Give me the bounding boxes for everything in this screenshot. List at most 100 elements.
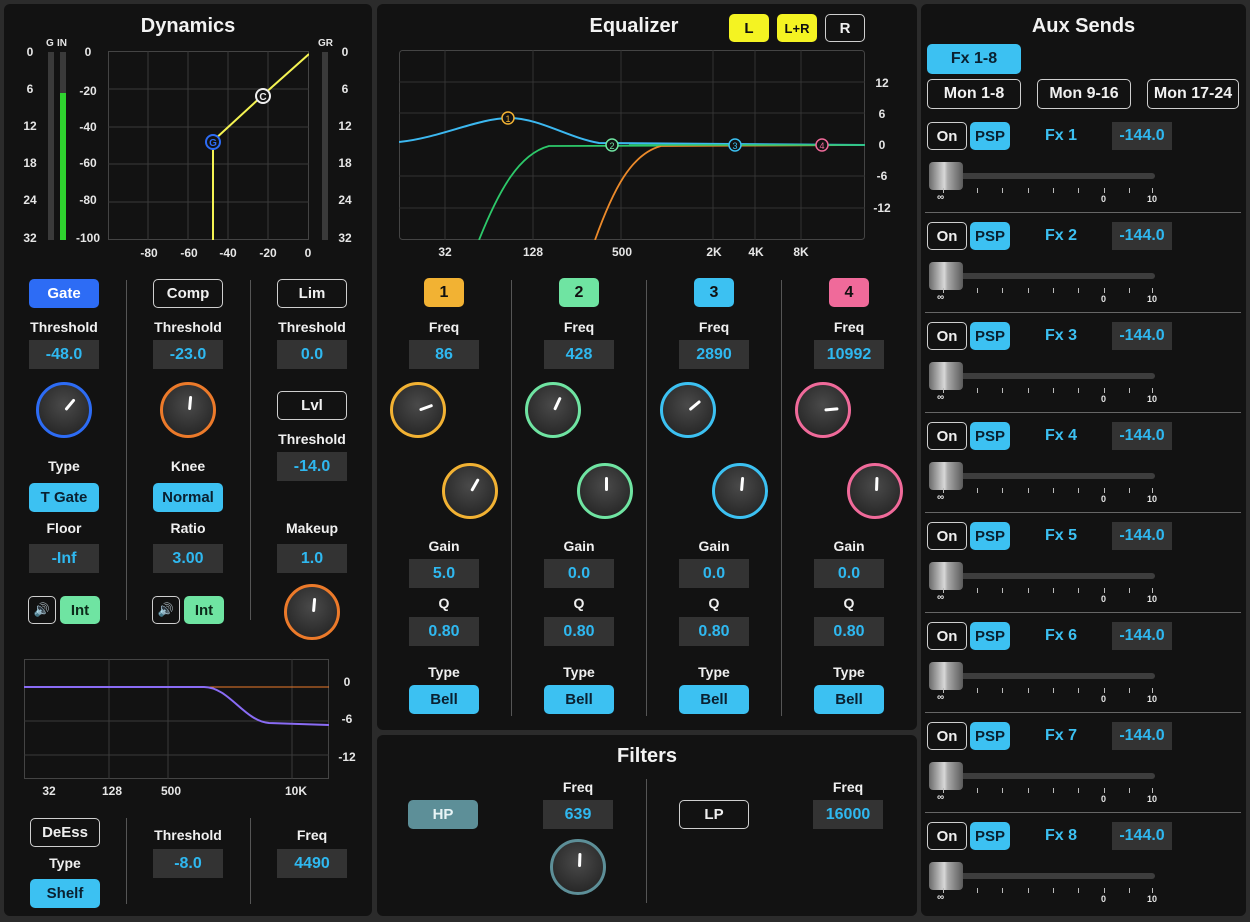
eq-response-graph[interactable]: 1 2 3 4 [399, 50, 865, 240]
eq-band-3-freq-value[interactable]: 2890 [679, 340, 749, 369]
comp-knee-select[interactable]: Normal [153, 483, 223, 512]
aux-group-mon9-16[interactable]: Mon 9-16 [1037, 79, 1131, 109]
eq-band-1-gain-knob[interactable] [442, 463, 498, 519]
aux-send-7-psp-button[interactable]: PSP [970, 722, 1010, 750]
eq-band-1-type-select[interactable]: Bell [409, 685, 479, 714]
eq-band-2-type-select[interactable]: Bell [544, 685, 614, 714]
deess-threshold-value[interactable]: -8.0 [153, 849, 223, 878]
hp-freq-knob[interactable] [550, 839, 606, 895]
eq-band-2-freq-value[interactable]: 428 [544, 340, 614, 369]
aux-send-2-level-value[interactable]: -144.0 [1112, 222, 1172, 250]
eq-band-4-gain-value[interactable]: 0.0 [814, 559, 884, 588]
eq-band-1-freq-knob[interactable] [390, 382, 446, 438]
eq-band-3-button[interactable]: 3 [694, 278, 734, 307]
aux-send-7-fader-handle[interactable] [929, 762, 963, 790]
aux-send-8-psp-button[interactable]: PSP [970, 822, 1010, 850]
comp-int-button[interactable]: Int [184, 596, 224, 624]
deess-graph[interactable] [24, 659, 329, 779]
aux-send-5-on-button[interactable]: On [927, 522, 967, 550]
eq-band-1-q-value[interactable]: 0.80 [409, 617, 479, 646]
aux-group-fx1-8[interactable]: Fx 1-8 [927, 44, 1021, 74]
aux-send-2-fader-track[interactable] [943, 273, 1155, 279]
aux-send-2-psp-button[interactable]: PSP [970, 222, 1010, 250]
aux-send-8-fader-track[interactable] [943, 873, 1155, 879]
eq-band-4-q-value[interactable]: 0.80 [814, 617, 884, 646]
dynamics-transfer-graph[interactable]: G C [108, 51, 309, 240]
aux-send-3-fader-handle[interactable] [929, 362, 963, 390]
channel-r-button[interactable]: R [825, 14, 865, 42]
deess-freq-value[interactable]: 4490 [277, 849, 347, 878]
gate-listen-button[interactable]: 🔊 [28, 596, 56, 624]
eq-band-2-button[interactable]: 2 [559, 278, 599, 307]
eq-band-4-type-select[interactable]: Bell [814, 685, 884, 714]
aux-send-5-psp-button[interactable]: PSP [970, 522, 1010, 550]
aux-send-7-on-button[interactable]: On [927, 722, 967, 750]
eq-band-1-freq-value[interactable]: 86 [409, 340, 479, 369]
aux-send-1-level-value[interactable]: -144.0 [1112, 122, 1172, 150]
aux-send-7-fader-track[interactable] [943, 773, 1155, 779]
eq-band-4-button[interactable]: 4 [829, 278, 869, 307]
eq-band-2-freq-knob[interactable] [525, 382, 581, 438]
eq-band-1-button[interactable]: 1 [424, 278, 464, 307]
aux-send-5-fader-track[interactable] [943, 573, 1155, 579]
aux-send-6-fader-handle[interactable] [929, 662, 963, 690]
deess-type-select[interactable]: Shelf [30, 879, 100, 908]
channel-l-button[interactable]: L [729, 14, 769, 42]
aux-send-6-level-value[interactable]: -144.0 [1112, 622, 1172, 650]
aux-send-6-psp-button[interactable]: PSP [970, 622, 1010, 650]
gate-int-button[interactable]: Int [60, 596, 100, 624]
gate-type-select[interactable]: T Gate [29, 483, 99, 512]
aux-group-mon1-8[interactable]: Mon 1-8 [927, 79, 1021, 109]
aux-send-1-fader-handle[interactable] [929, 162, 963, 190]
aux-send-3-fader-track[interactable] [943, 373, 1155, 379]
deess-button[interactable]: DeEss [30, 818, 100, 847]
eq-band-2-gain-knob[interactable] [577, 463, 633, 519]
aux-send-4-fader-handle[interactable] [929, 462, 963, 490]
lim-threshold-value[interactable]: 0.0 [277, 340, 347, 369]
gate-threshold-value[interactable]: -48.0 [29, 340, 99, 369]
aux-send-3-level-value[interactable]: -144.0 [1112, 322, 1172, 350]
lvl-threshold-value[interactable]: -14.0 [277, 452, 347, 481]
eq-band-3-freq-knob[interactable] [660, 382, 716, 438]
aux-send-2-fader-handle[interactable] [929, 262, 963, 290]
lvl-button[interactable]: Lvl [277, 391, 347, 420]
aux-send-4-psp-button[interactable]: PSP [970, 422, 1010, 450]
hp-freq-value[interactable]: 639 [543, 800, 613, 829]
aux-send-2-on-button[interactable]: On [927, 222, 967, 250]
eq-band-2-q-value[interactable]: 0.80 [544, 617, 614, 646]
gate-button[interactable]: Gate [29, 279, 99, 308]
channel-lr-button[interactable]: L+R [777, 14, 817, 42]
eq-band-2-gain-value[interactable]: 0.0 [544, 559, 614, 588]
aux-send-6-on-button[interactable]: On [927, 622, 967, 650]
aux-send-3-psp-button[interactable]: PSP [970, 322, 1010, 350]
lp-button[interactable]: LP [679, 800, 749, 829]
comp-threshold-knob[interactable] [160, 382, 216, 438]
aux-send-4-on-button[interactable]: On [927, 422, 967, 450]
gate-threshold-knob[interactable] [36, 382, 92, 438]
aux-send-5-fader-handle[interactable] [929, 562, 963, 590]
eq-band-1-gain-value[interactable]: 5.0 [409, 559, 479, 588]
eq-band-3-q-value[interactable]: 0.80 [679, 617, 749, 646]
aux-send-4-fader-track[interactable] [943, 473, 1155, 479]
aux-send-8-level-value[interactable]: -144.0 [1112, 822, 1172, 850]
aux-send-1-on-button[interactable]: On [927, 122, 967, 150]
makeup-value[interactable]: 1.0 [277, 544, 347, 573]
aux-send-4-level-value[interactable]: -144.0 [1112, 422, 1172, 450]
aux-send-3-on-button[interactable]: On [927, 322, 967, 350]
eq-band-3-gain-value[interactable]: 0.0 [679, 559, 749, 588]
lp-freq-value[interactable]: 16000 [813, 800, 883, 829]
makeup-knob[interactable] [284, 584, 340, 640]
comp-threshold-value[interactable]: -23.0 [153, 340, 223, 369]
aux-send-1-fader-track[interactable] [943, 173, 1155, 179]
aux-group-mon17-24[interactable]: Mon 17-24 [1147, 79, 1239, 109]
comp-button[interactable]: Comp [153, 279, 223, 308]
hp-button[interactable]: HP [408, 800, 478, 829]
comp-listen-button[interactable]: 🔊 [152, 596, 180, 624]
eq-band-4-gain-knob[interactable] [847, 463, 903, 519]
eq-band-3-gain-knob[interactable] [712, 463, 768, 519]
eq-band-4-freq-value[interactable]: 10992 [814, 340, 884, 369]
aux-send-6-fader-track[interactable] [943, 673, 1155, 679]
aux-send-5-level-value[interactable]: -144.0 [1112, 522, 1172, 550]
eq-band-4-freq-knob[interactable] [795, 382, 851, 438]
comp-ratio-value[interactable]: 3.00 [153, 544, 223, 573]
